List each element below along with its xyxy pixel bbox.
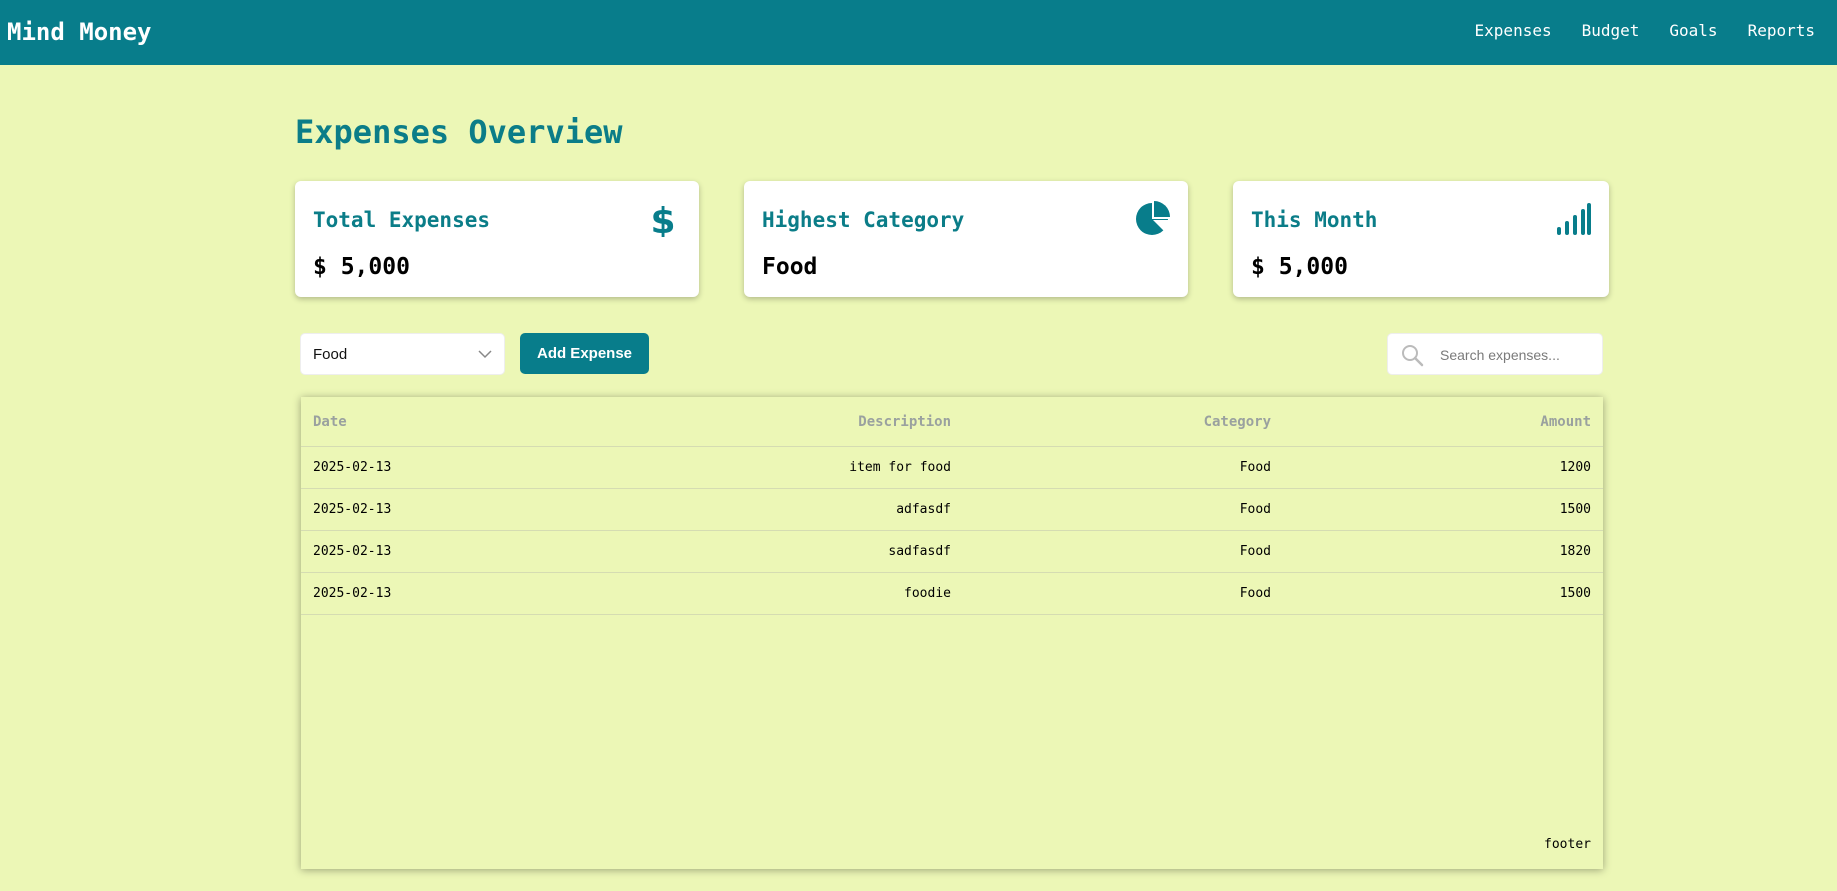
row-date: 2025-02-13 xyxy=(313,502,392,517)
table-row[interactable]: 2025-02-13 adfasdf Food 1500 xyxy=(301,489,1603,531)
row-date: 2025-02-13 xyxy=(313,586,392,601)
header-amount[interactable]: Amount xyxy=(1540,413,1591,431)
card-title: This Month xyxy=(1251,208,1378,232)
table-row[interactable]: 2025-02-13 sadfasdf Food 1820 xyxy=(301,531,1603,573)
row-description: foodie xyxy=(904,586,951,601)
row-date: 2025-02-13 xyxy=(313,460,392,475)
category-select-value: Food xyxy=(313,346,348,363)
table-row[interactable]: 2025-02-13 foodie Food 1500 xyxy=(301,573,1603,615)
row-date: 2025-02-13 xyxy=(313,544,392,559)
row-description: item for food xyxy=(849,460,951,475)
highest-category-card: Highest Category Food xyxy=(744,181,1188,297)
pie-chart-icon xyxy=(1136,201,1170,235)
expenses-table: Date Description Category Amount 2025-02… xyxy=(301,397,1603,869)
dollar-icon: $ xyxy=(650,201,675,237)
row-category: Food xyxy=(1239,586,1271,601)
total-expenses-card: Total Expenses $ 5,000 $ xyxy=(295,181,699,297)
row-amount: 1500 xyxy=(1559,502,1591,517)
this-month-card: This Month $ 5,000 xyxy=(1233,181,1609,297)
header-date[interactable]: Date xyxy=(313,413,347,431)
card-title: Total Expenses xyxy=(313,208,491,232)
signal-bars-icon xyxy=(1557,203,1591,235)
search-input[interactable] xyxy=(1438,342,1602,368)
row-category: Food xyxy=(1239,544,1271,559)
app-brand[interactable]: Mind Money xyxy=(7,17,152,47)
nav-reports[interactable]: Reports xyxy=(1748,20,1815,42)
table-row[interactable]: 2025-02-13 item for food Food 1200 xyxy=(301,447,1603,489)
main-nav: Expenses Budget Goals Reports xyxy=(1475,20,1815,42)
row-amount: 1200 xyxy=(1559,460,1591,475)
card-value: Food xyxy=(762,254,818,280)
table-footer: footer xyxy=(1544,837,1591,852)
row-category: Food xyxy=(1239,502,1271,517)
card-title: Highest Category xyxy=(762,208,965,232)
add-expense-button[interactable]: Add Expense xyxy=(520,333,649,374)
row-category: Food xyxy=(1239,460,1271,475)
chevron-down-icon xyxy=(478,350,492,359)
card-value: $ 5,000 xyxy=(1251,254,1348,280)
header-category[interactable]: Category xyxy=(1204,413,1271,431)
search-box[interactable] xyxy=(1387,333,1603,375)
svg-text:$: $ xyxy=(650,201,675,237)
row-amount: 1500 xyxy=(1559,586,1591,601)
nav-expenses[interactable]: Expenses xyxy=(1475,20,1552,42)
row-description: adfasdf xyxy=(896,502,951,517)
nav-budget[interactable]: Budget xyxy=(1582,20,1640,42)
header-description[interactable]: Description xyxy=(858,413,951,431)
row-amount: 1820 xyxy=(1559,544,1591,559)
search-icon xyxy=(1402,345,1424,367)
page-title: Expenses Overview xyxy=(295,113,623,151)
table-header: Date Description Category Amount xyxy=(301,397,1603,447)
top-navbar: Mind Money Expenses Budget Goals Reports xyxy=(0,0,1837,65)
category-select[interactable]: Food xyxy=(300,333,505,375)
card-value: $ 5,000 xyxy=(313,254,410,280)
nav-goals[interactable]: Goals xyxy=(1669,20,1717,42)
row-description: sadfasdf xyxy=(888,544,951,559)
